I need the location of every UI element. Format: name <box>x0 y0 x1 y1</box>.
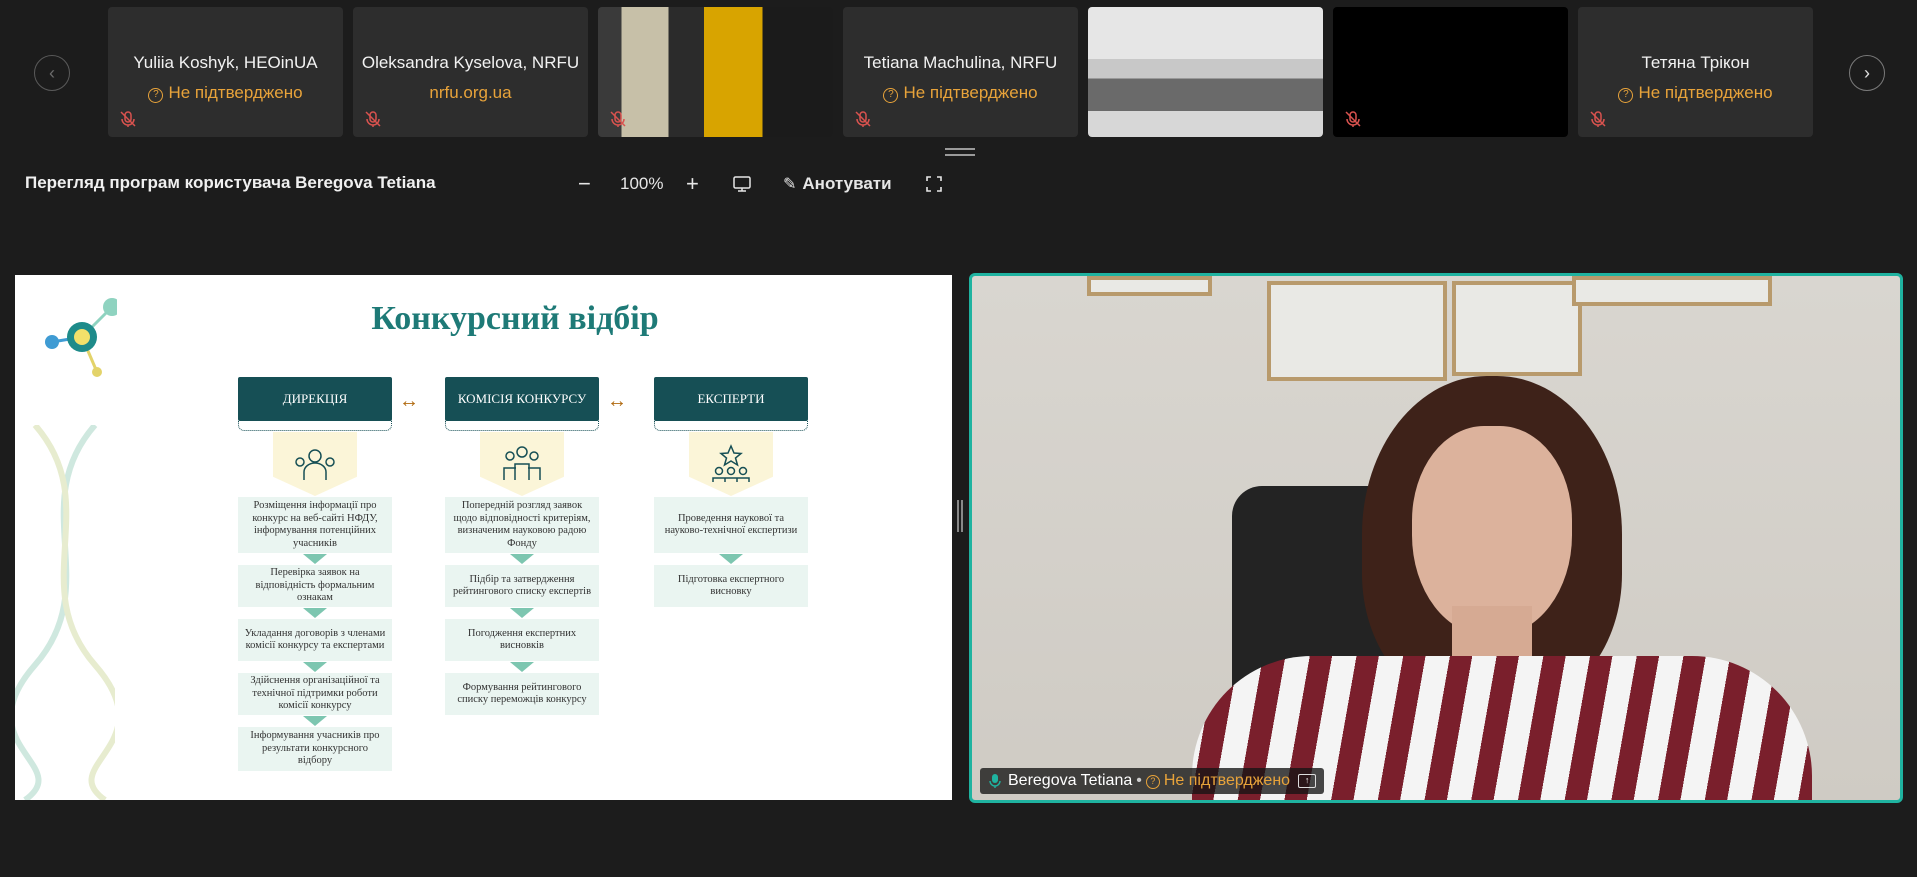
down-arrow-icon <box>510 554 534 564</box>
minus-icon: − <box>578 171 591 196</box>
resize-handle[interactable] <box>945 148 975 156</box>
participant-status: ? Не підтверджено <box>108 83 343 103</box>
participant-name: Oleksandra Kyselova, NRFU <box>361 53 580 72</box>
active-speaker-video[interactable]: Beregova Tetiana • ? Не підтверджено ↑ <box>969 273 1903 803</box>
speaker-name-bar: Beregova Tetiana • ? Не підтверджено ↑ <box>980 768 1325 794</box>
question-icon: ? <box>148 88 164 103</box>
participant-tile[interactable] <box>1333 7 1568 137</box>
wall-frame <box>1087 276 1212 296</box>
speaker-name: Beregova Tetiana <box>1008 772 1133 789</box>
pen-icon: ✎ <box>783 176 797 193</box>
process-box: Формування рейтингового списку переможці… <box>445 673 599 715</box>
molecule-logo <box>45 298 117 377</box>
share-title: Перегляд програм користувача Beregova Te… <box>25 173 436 192</box>
column-divider <box>238 421 392 431</box>
column-head-directorate: ДИРЕКЦІЯ <box>238 377 392 421</box>
question-icon: ? <box>1618 88 1634 103</box>
participant-video-tile[interactable] <box>598 7 833 137</box>
process-box: Перевірка заявок на відповідність формал… <box>238 565 392 607</box>
mic-muted-icon <box>855 111 871 127</box>
down-arrow-icon <box>303 554 327 564</box>
participant-tile[interactable]: Oleksandra Kyselova, NRFU nrfu.org.ua <box>353 7 588 137</box>
participant-status: ? Не підтверджено <box>1578 83 1813 103</box>
process-box: Попередній розгляд заявок щодо відповідн… <box>445 497 599 553</box>
mic-muted-icon <box>1590 111 1606 127</box>
zoom-level[interactable]: 100% <box>620 170 663 198</box>
participant-name: Tetiana Machulina, NRFU <box>863 53 1058 72</box>
participant-tile[interactable]: Tetiana Machulina, NRFU ? Не підтверджено <box>843 7 1078 137</box>
chevron-right-icon: › <box>1864 62 1870 83</box>
screen-share-icon: ↑ <box>1298 774 1317 788</box>
presenter-view-button[interactable] <box>733 170 753 198</box>
wall-frame <box>1267 281 1447 381</box>
mic-muted-icon <box>610 111 626 127</box>
down-arrow-icon <box>303 662 327 672</box>
participant-name: Yuliia Koshyk, HEOinUA <box>133 53 318 72</box>
question-icon: ? <box>1145 775 1160 789</box>
down-arrow-icon <box>303 716 327 726</box>
mic-muted-icon <box>365 111 381 127</box>
chevron-left-icon: ‹ <box>49 62 55 83</box>
participant-status: nrfu.org.ua <box>429 83 512 102</box>
process-box: Розміщення інформації про конкурс на веб… <box>238 497 392 553</box>
fullscreen-button[interactable] <box>925 170 943 198</box>
speaker-status: ? Не підтверджено <box>1145 772 1290 790</box>
zoom-out-button[interactable]: − <box>578 170 591 198</box>
participant-video-tile[interactable] <box>1088 7 1323 137</box>
zoom-in-button[interactable]: + <box>686 170 699 198</box>
annotate-button[interactable]: ✎ Анотувати <box>783 170 892 198</box>
column-divider <box>445 421 599 431</box>
double-arrow-icon: ↔ <box>607 390 627 412</box>
process-box: Укладання договорів з членами комісії ко… <box>238 619 392 661</box>
slide-title: Конкурсний відбір <box>371 300 659 337</box>
shared-slide: Конкурсний відбір ДИРЕКЦІЯ ↔ КОМІСІЯ КОН… <box>15 275 952 800</box>
wall-frame <box>1572 276 1772 306</box>
down-arrow-icon <box>510 608 534 618</box>
plus-icon: + <box>686 171 699 196</box>
process-box: Проведення наукової та науково-технічної… <box>654 497 808 553</box>
process-box: Інформування учасників про результати ко… <box>238 727 392 771</box>
participant-strip: ‹ Yuliia Koshyk, HEOinUA ? Не підтверджен… <box>0 0 1917 150</box>
column-head-experts: ЕКСПЕРТИ <box>654 377 808 421</box>
question-icon: ? <box>883 88 899 103</box>
team-star-icon <box>273 432 357 496</box>
screen-pointer-icon <box>733 176 751 192</box>
wall-frame <box>1452 281 1582 376</box>
name-separator: • <box>1136 772 1142 789</box>
down-arrow-icon <box>303 608 327 618</box>
column-divider <box>654 421 808 431</box>
microphone-icon <box>989 774 1001 788</box>
process-box: Здійснення організаційної та технічної п… <box>238 673 392 715</box>
speaker-face <box>1412 426 1572 636</box>
fullscreen-icon <box>926 176 942 192</box>
participant-name: Тетяна Трікон <box>1641 53 1750 72</box>
group-people-icon <box>480 432 564 496</box>
down-arrow-icon <box>719 554 743 564</box>
participant-tile[interactable]: Тетяна Трікон ? Не підтверджено <box>1578 7 1813 137</box>
column-head-commission: КОМІСІЯ КОНКУРСУ <box>445 377 599 421</box>
previous-page-button[interactable]: ‹ <box>34 55 70 91</box>
mic-muted-icon <box>120 111 136 127</box>
down-arrow-icon <box>510 662 534 672</box>
experts-star-icon <box>689 432 773 496</box>
double-arrow-icon: ↔ <box>399 390 419 412</box>
dna-decoration <box>15 425 115 800</box>
next-page-button[interactable]: › <box>1849 55 1885 91</box>
participant-status: ? Не підтверджено <box>843 83 1078 103</box>
process-box: Погодження експертних висновків <box>445 619 599 661</box>
participant-tile[interactable]: Yuliia Koshyk, HEOinUA ? Не підтверджено <box>108 7 343 137</box>
split-resize-handle[interactable] <box>957 500 963 532</box>
process-box: Підготовка експертного висновку <box>654 565 808 607</box>
mic-muted-icon <box>1345 111 1361 127</box>
process-box: Підбір та затвердження рейтингового спис… <box>445 565 599 607</box>
